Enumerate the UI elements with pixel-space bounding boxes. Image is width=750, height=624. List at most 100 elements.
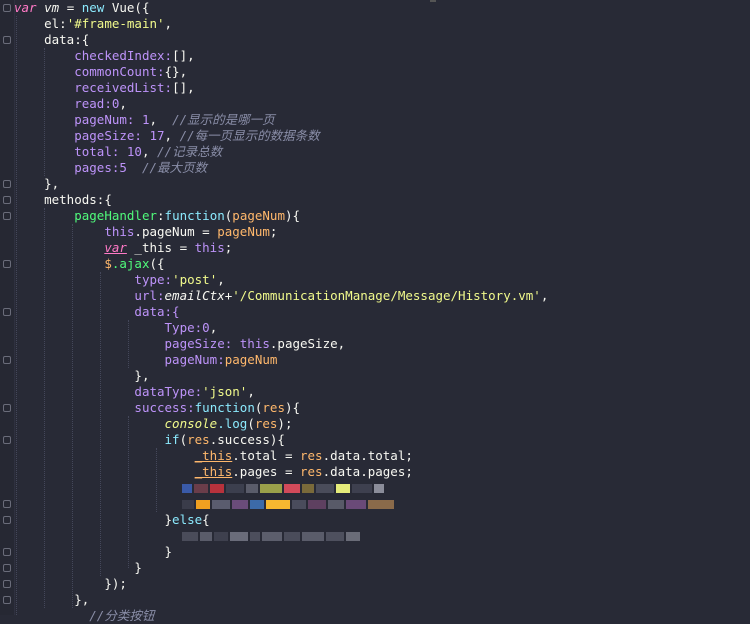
- key-pageSize: pageSize:: [164, 336, 240, 351]
- punctuation: (: [179, 432, 188, 447]
- code-line-9[interactable]: pageSize: 17, //每一页显示的数据条数: [14, 128, 319, 144]
- redaction-block: [182, 532, 198, 541]
- fold-marker-icon[interactable]: [3, 260, 11, 268]
- code-line-13[interactable]: methods:{: [14, 192, 112, 208]
- code-line-12[interactable]: },: [14, 176, 59, 192]
- fold-marker-icon[interactable]: [3, 4, 11, 12]
- redaction-block: [352, 484, 372, 493]
- fold-marker-icon[interactable]: [3, 548, 11, 556]
- code-line-26[interactable]: success:function(res){: [14, 400, 300, 416]
- fold-marker-icon[interactable]: [3, 212, 11, 220]
- param: pageNum: [232, 208, 285, 223]
- redacted-line: [182, 528, 362, 544]
- redaction-block: [232, 500, 248, 509]
- keyword-this: this: [194, 240, 225, 255]
- string: 'post': [172, 272, 218, 287]
- fold-marker-icon[interactable]: [3, 404, 11, 412]
- code-line-27[interactable]: console.log(res);: [14, 416, 293, 432]
- operator: =: [277, 464, 300, 479]
- code-line-35[interactable]: }: [14, 544, 173, 560]
- code-line-18[interactable]: type:'post',: [14, 272, 224, 288]
- operator: =: [194, 224, 218, 239]
- punctuation: ,: [540, 288, 549, 303]
- punctuation: ,: [337, 336, 346, 351]
- code-line-16[interactable]: var _this = this;: [14, 240, 232, 256]
- punctuation: }: [164, 544, 173, 559]
- code-line-38[interactable]: },: [14, 592, 89, 608]
- code-line-8[interactable]: pageNum: 1, //显示的是哪一页: [14, 112, 274, 128]
- code-line-39[interactable]: //分类按钮: [14, 608, 154, 624]
- key-pageNum: pageNum:: [74, 112, 142, 127]
- value: [],: [172, 80, 195, 95]
- fold-marker-icon[interactable]: [3, 436, 11, 444]
- code-line-3[interactable]: data:{: [14, 32, 89, 48]
- fold-marker-icon[interactable]: [3, 180, 11, 188]
- code-line-37[interactable]: });: [14, 576, 127, 592]
- key-pageSize: pageSize:: [74, 128, 150, 143]
- keyword-function: function: [194, 400, 255, 415]
- punctuation: ;: [269, 224, 278, 239]
- property: .data.pages;: [322, 464, 413, 479]
- code-line-5[interactable]: commonCount:{},: [14, 64, 187, 80]
- key-commonCount: commonCount:: [74, 64, 165, 79]
- code-line-4[interactable]: checkedIndex:[],: [14, 48, 194, 64]
- fold-marker-icon[interactable]: [3, 356, 11, 364]
- code-line-1[interactable]: var vm = new Vue({: [14, 0, 149, 16]
- number: 5: [119, 160, 127, 175]
- fold-marker-icon[interactable]: [3, 500, 11, 508]
- redaction-block: [246, 484, 258, 493]
- code-line-7[interactable]: read:0,: [14, 96, 127, 112]
- code-editor[interactable]: var vm = new Vue({ el:'#frame-main', dat…: [0, 0, 750, 623]
- key-total: total:: [74, 144, 127, 159]
- fold-marker-icon[interactable]: [3, 36, 11, 44]
- redaction-block: [284, 484, 300, 493]
- code-line-28[interactable]: if(res.success){: [14, 432, 285, 448]
- redaction-block: [212, 500, 230, 509]
- punctuation: (: [247, 416, 255, 431]
- code-line-11[interactable]: pages:5 //最大页数: [14, 160, 207, 176]
- code-line-24[interactable]: },: [14, 368, 149, 384]
- comment: //记录总数: [157, 144, 223, 159]
- code-line-29[interactable]: _this.total = res.data.total;: [14, 448, 413, 464]
- redaction-block: [196, 500, 210, 509]
- redaction-block: [250, 532, 260, 541]
- punctuation: ,: [149, 112, 173, 127]
- code-line-10[interactable]: total: 10, //记录总数: [14, 144, 222, 160]
- code-line-15[interactable]: this.pageNum = pageNum;: [14, 224, 277, 240]
- number: 17: [149, 128, 165, 143]
- fold-marker-icon[interactable]: [3, 196, 11, 204]
- keyword-new: new: [81, 0, 105, 15]
- fold-marker-icon[interactable]: [3, 564, 11, 572]
- code-line-25[interactable]: dataType:'json',: [14, 384, 254, 400]
- fold-marker-icon[interactable]: [3, 516, 11, 524]
- code-line-20[interactable]: data:{: [14, 304, 179, 320]
- code-line-23[interactable]: pageNum:pageNum: [14, 352, 278, 368]
- fold-marker-icon[interactable]: [3, 580, 11, 588]
- code-line-6[interactable]: receivedList:[],: [14, 80, 195, 96]
- code-line-21[interactable]: Type:0,: [14, 320, 218, 336]
- code-line-19[interactable]: url:emailCtx+'/CommunicationManage/Messa…: [14, 288, 548, 304]
- identifier: pageNum: [224, 352, 278, 367]
- code-line-17[interactable]: $.ajax({: [14, 256, 165, 272]
- key-el: el:: [44, 16, 67, 31]
- code-line-14[interactable]: pageHandler:function(pageNum){: [14, 208, 300, 224]
- string: 'json': [202, 384, 248, 399]
- code-line-22[interactable]: pageSize: this.pageSize,: [14, 336, 346, 352]
- redaction-block: [308, 500, 326, 509]
- fold-marker-icon[interactable]: [3, 596, 11, 604]
- fold-gutter: [0, 0, 15, 615]
- punctuation: ,: [209, 320, 218, 335]
- code-line-33[interactable]: }else{: [14, 512, 210, 528]
- fold-marker-icon[interactable]: [3, 308, 11, 316]
- code-line-30[interactable]: _this.pages = res.data.pages;: [14, 464, 413, 480]
- comment: //分类按钮: [89, 608, 155, 623]
- identifier: res: [300, 448, 323, 463]
- key-receivedList: receivedList:: [74, 80, 173, 95]
- code-line-2[interactable]: el:'#frame-main',: [14, 16, 172, 32]
- punctuation: ({: [149, 256, 165, 271]
- property: .total: [232, 448, 278, 463]
- code-line-36[interactable]: }: [14, 560, 142, 576]
- keyword-var: var: [104, 240, 127, 255]
- redaction-block: [266, 500, 290, 509]
- punctuation: ,: [164, 128, 180, 143]
